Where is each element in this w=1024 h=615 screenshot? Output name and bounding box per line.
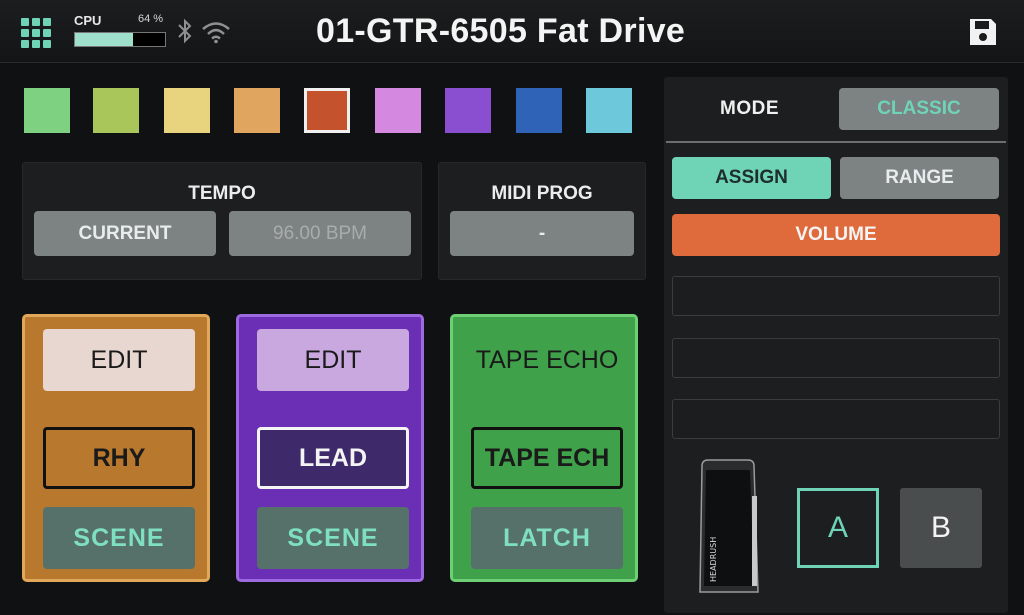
cpu-label: CPU bbox=[74, 13, 102, 28]
top-bar: CPU 64 % 01-GTR-6505 Fat Drive bbox=[0, 0, 1024, 63]
wifi-icon bbox=[202, 22, 230, 44]
grid-menu-icon[interactable] bbox=[21, 18, 51, 48]
assignment-slot[interactable] bbox=[672, 399, 1000, 439]
cpu-meter bbox=[74, 32, 166, 47]
scene-button[interactable]: SCENE bbox=[257, 507, 409, 569]
color-swatch-pink[interactable] bbox=[375, 88, 421, 133]
volume-assignment[interactable]: VOLUME bbox=[672, 214, 1000, 256]
color-swatch-red-orange[interactable] bbox=[304, 88, 350, 133]
footswitch-tape-echo: TAPE ECHO TAPE ECH LATCH bbox=[450, 314, 638, 582]
footswitch-b-button[interactable]: B bbox=[900, 488, 982, 568]
color-swatch-green[interactable] bbox=[24, 88, 70, 133]
assign-tab[interactable]: ASSIGN bbox=[672, 157, 831, 199]
divider bbox=[666, 141, 1006, 143]
scene-button[interactable]: SCENE bbox=[43, 507, 195, 569]
footswitch-a-button[interactable]: A bbox=[797, 488, 879, 568]
color-swatch-lime[interactable] bbox=[93, 88, 139, 133]
midi-prog-panel: MIDI PROG - bbox=[438, 162, 646, 280]
edit-button[interactable]: EDIT bbox=[43, 329, 195, 391]
pedal-brand-text: HEADRUSH bbox=[709, 537, 718, 582]
footswitch-name-rhy[interactable]: RHY bbox=[43, 427, 195, 489]
footswitch-name-tape-ech[interactable]: TAPE ECH bbox=[471, 427, 623, 489]
mode-selector[interactable]: CLASSIC bbox=[839, 88, 999, 130]
midi-prog-title: MIDI PROG bbox=[491, 183, 593, 204]
assignment-slot[interactable] bbox=[672, 276, 1000, 316]
tempo-current-button[interactable]: CURRENT bbox=[34, 211, 216, 256]
preset-title[interactable]: 01-GTR-6505 Fat Drive bbox=[316, 12, 685, 51]
footswitch-effect-label: TAPE ECHO bbox=[475, 345, 619, 374]
save-icon[interactable] bbox=[968, 17, 998, 47]
color-swatch-yellow[interactable] bbox=[164, 88, 210, 133]
bluetooth-icon bbox=[178, 18, 192, 44]
footswitch-rhy: EDIT RHY SCENE bbox=[22, 314, 210, 582]
color-swatch-purple[interactable] bbox=[445, 88, 491, 133]
color-swatch-orange[interactable] bbox=[234, 88, 280, 133]
range-tab[interactable]: RANGE bbox=[840, 157, 999, 199]
mode-label: MODE bbox=[720, 98, 779, 119]
color-swatch-cyan[interactable] bbox=[586, 88, 632, 133]
latch-button[interactable]: LATCH bbox=[471, 507, 623, 569]
tempo-panel: TEMPO CURRENT 96.00 BPM bbox=[22, 162, 422, 280]
cpu-percent: 64 % bbox=[138, 13, 164, 25]
edit-button[interactable]: EDIT bbox=[257, 329, 409, 391]
tempo-title: TEMPO bbox=[188, 183, 256, 204]
midi-prog-field[interactable]: - bbox=[450, 211, 634, 256]
footswitch-lead: EDIT LEAD SCENE bbox=[236, 314, 424, 582]
cpu-meter-fill bbox=[75, 33, 133, 46]
color-swatch-blue[interactable] bbox=[516, 88, 562, 133]
assignment-slot[interactable] bbox=[672, 338, 1000, 378]
tempo-bpm-field[interactable]: 96.00 BPM bbox=[229, 211, 411, 256]
footswitch-name-lead[interactable]: LEAD bbox=[257, 427, 409, 489]
expression-pedal-icon: HEADRUSH bbox=[699, 459, 759, 593]
